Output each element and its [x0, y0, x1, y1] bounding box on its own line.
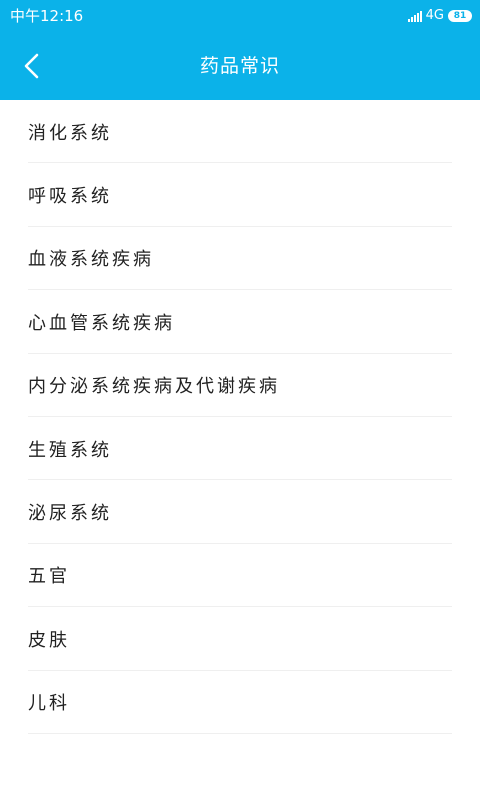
battery-icon: 81	[448, 10, 472, 22]
page-title: 药品常识	[199, 55, 280, 77]
status-indicators: 4G 81	[407, 7, 472, 25]
list-item-label: 消化系统	[28, 122, 112, 144]
network-type: 4G	[425, 8, 444, 23]
list-item[interactable]: 心血管系统疾病	[0, 290, 480, 354]
list-item[interactable]: 呼吸系统	[0, 163, 480, 228]
list-item[interactable]: 五官	[0, 544, 480, 608]
list-item-label: 内分泌系统疾病及代谢疾病	[28, 376, 280, 398]
list-item[interactable]: 血液系统疾病	[0, 227, 480, 291]
status-time: 中午12:16	[10, 7, 84, 25]
chevron-left-icon	[24, 53, 39, 79]
list-item-label: 心血管系统疾病	[28, 312, 175, 334]
battery-level: 81	[453, 10, 467, 21]
list-item[interactable]: 泌尿系统	[0, 480, 480, 545]
list-item-label: 儿科	[28, 693, 70, 715]
signal-icon	[407, 10, 422, 22]
list-item-label: 生殖系统	[28, 439, 112, 461]
list-item-label: 血液系统疾病	[28, 249, 154, 271]
category-list: 消化系统 呼吸系统 血液系统疾病 心血管系统疾病 内分泌系统疾病及代谢疾病 生殖…	[0, 100, 480, 735]
list-item[interactable]: 内分泌系统疾病及代谢疾病	[0, 354, 480, 418]
list-item-label: 泌尿系统	[28, 503, 112, 525]
app-header: 中午12:16 4G 81 药品常识	[0, 0, 480, 100]
status-bar: 中午12:16 4G 81	[0, 0, 480, 32]
list-item[interactable]: 消化系统	[0, 100, 480, 164]
list-item-label: 五官	[28, 566, 70, 588]
list-item-label: 皮肤	[28, 629, 70, 651]
list-item[interactable]: 儿科	[0, 671, 480, 735]
list-item-label: 呼吸系统	[28, 186, 112, 208]
list-item[interactable]: 生殖系统	[0, 417, 480, 481]
list-item[interactable]: 皮肤	[0, 607, 480, 671]
back-button[interactable]	[12, 46, 52, 86]
